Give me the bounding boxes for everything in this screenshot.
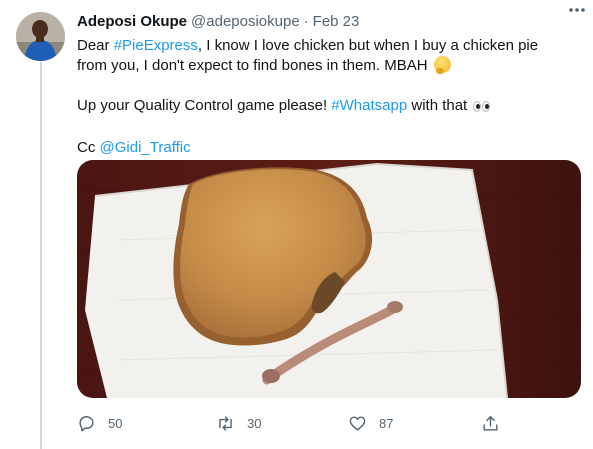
eyes-emoji bbox=[473, 98, 491, 118]
reply-icon bbox=[79, 415, 94, 431]
action-bar: 50 30 87 bbox=[77, 412, 507, 434]
separator-dot: · bbox=[303, 13, 309, 30]
text-segment: with that bbox=[407, 97, 468, 114]
tweet-paragraph-1: Dear #PieExpress, I know I love chicken … bbox=[77, 36, 569, 76]
retweet-icon bbox=[219, 415, 232, 431]
text-segment: Cc bbox=[77, 139, 100, 156]
display-name[interactable]: Adeposi Okupe bbox=[77, 12, 187, 32]
more-icon[interactable] bbox=[567, 0, 587, 20]
tweet-date[interactable]: Feb 23 bbox=[313, 12, 360, 32]
retweet-count: 30 bbox=[247, 415, 262, 431]
text-segment: Dear bbox=[77, 37, 114, 54]
text-segment: Up your Quality Control game please! bbox=[77, 97, 332, 114]
tweet[interactable]: Adeposi Okupe @adeposiokupe · Feb 23 Dea… bbox=[0, 0, 593, 449]
mention-gidi-traffic[interactable]: @Gidi_Traffic bbox=[100, 139, 191, 156]
hashtag-pieexpress[interactable]: #PieExpress bbox=[114, 37, 198, 54]
retweet-button[interactable]: 30 bbox=[216, 412, 261, 434]
like-count: 87 bbox=[379, 415, 394, 431]
tweet-paragraph-3: Cc @Gidi_Traffic bbox=[77, 138, 569, 158]
like-icon bbox=[349, 415, 366, 431]
like-button[interactable]: 87 bbox=[348, 412, 393, 434]
user-handle[interactable]: @adeposiokupe bbox=[191, 12, 300, 32]
thinking-face-emoji bbox=[433, 56, 451, 74]
hashtag-whatsapp[interactable]: #Whatsapp bbox=[331, 97, 407, 114]
share-button[interactable] bbox=[481, 412, 500, 434]
reply-count: 50 bbox=[108, 415, 123, 431]
tweet-header: Adeposi Okupe @adeposiokupe · Feb 23 bbox=[77, 12, 580, 32]
tweet-paragraph-2: Up your Quality Control game please! #Wh… bbox=[77, 96, 569, 118]
share-icon bbox=[483, 415, 498, 431]
tweet-photo[interactable] bbox=[77, 160, 581, 398]
tweet-body: Adeposi Okupe @adeposiokupe · Feb 23 Dea… bbox=[77, 12, 580, 158]
eye-left bbox=[473, 101, 482, 112]
thread-line bbox=[40, 62, 42, 449]
eye-right bbox=[482, 101, 491, 112]
avatar[interactable] bbox=[16, 12, 65, 61]
tweet-text: Dear #PieExpress, I know I love chicken … bbox=[77, 36, 569, 158]
reply-button[interactable]: 50 bbox=[77, 412, 122, 434]
